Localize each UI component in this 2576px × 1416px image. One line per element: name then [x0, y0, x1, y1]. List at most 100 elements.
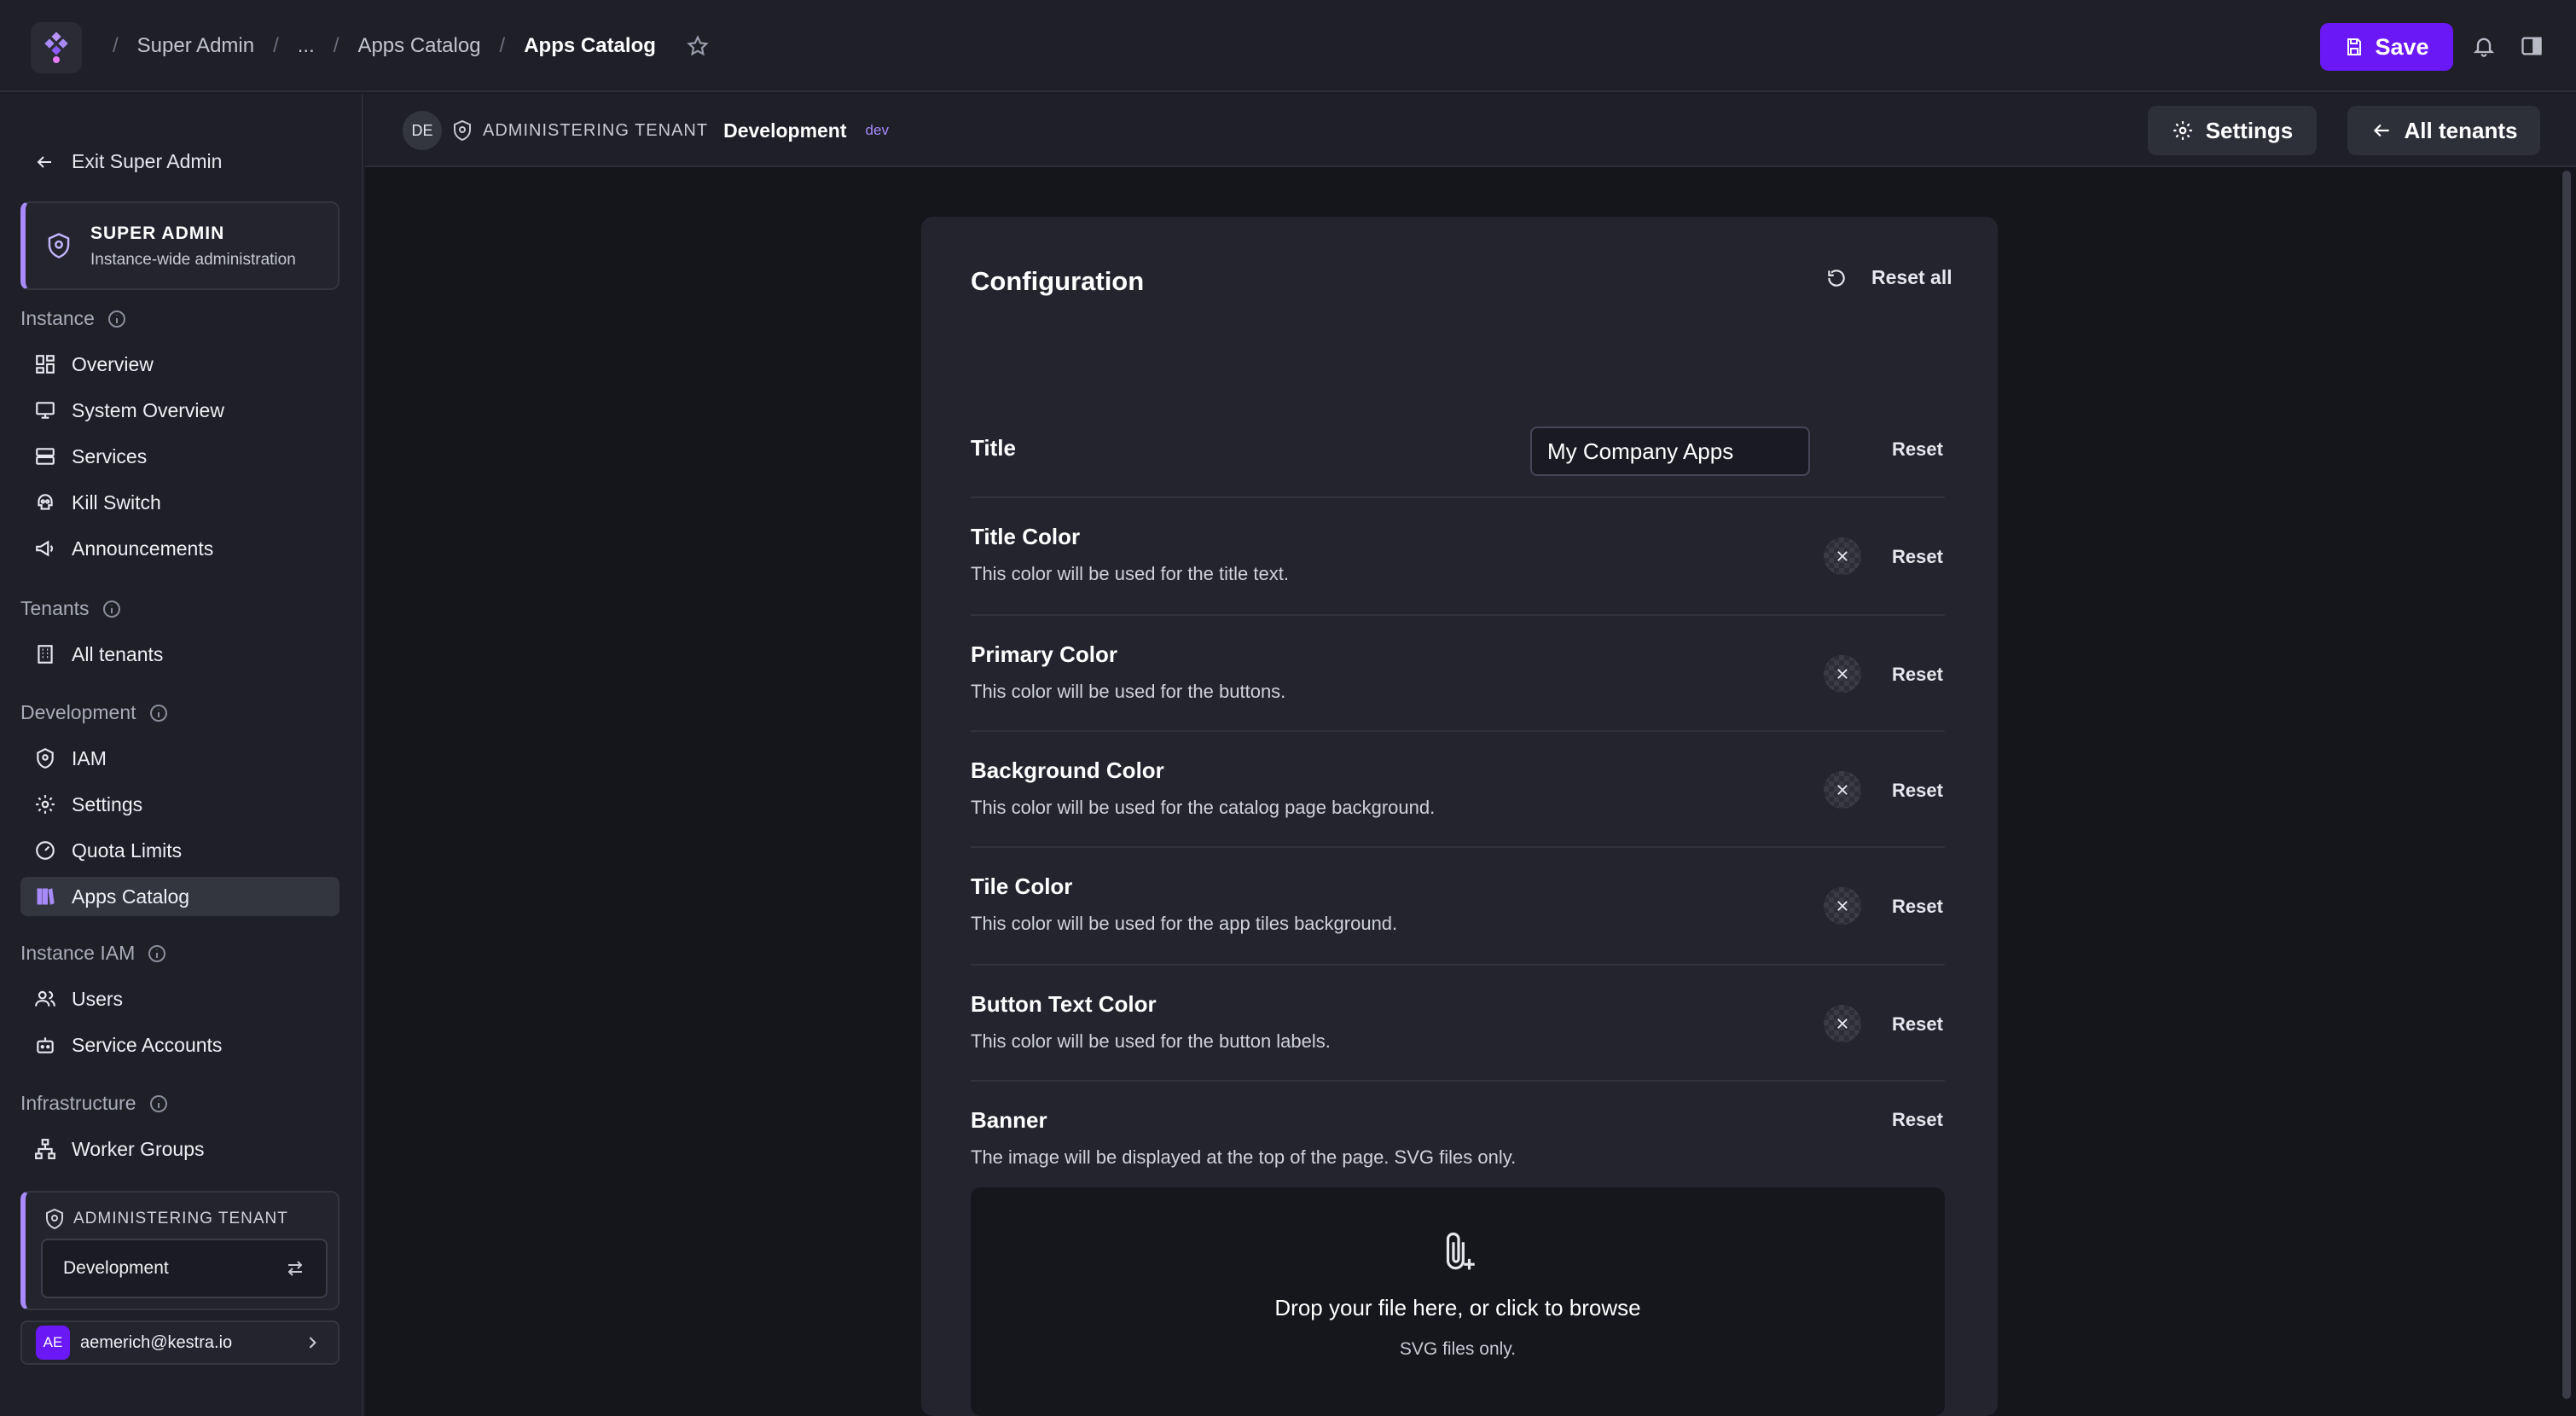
- row-description: This color will be used for the app tile…: [971, 913, 1398, 934]
- swap-icon: [285, 1258, 305, 1279]
- sidebar-item-announcements[interactable]: Announcements: [20, 529, 339, 568]
- section-tenants-label: Tenants: [20, 597, 90, 619]
- breadcrumb-current: Apps Catalog: [524, 34, 656, 57]
- sidebar-item-label: Announcements: [72, 537, 214, 560]
- settings-button[interactable]: Settings: [2148, 106, 2317, 155]
- sidebar-item-apps-catalog[interactable]: Apps Catalog: [20, 877, 339, 916]
- sidebar-item-label: Services: [72, 444, 148, 467]
- bell-icon[interactable]: [2472, 34, 2496, 58]
- sitemap-icon: [34, 1138, 56, 1160]
- info-icon[interactable]: [102, 599, 122, 619]
- panel-toggle-icon[interactable]: [2520, 34, 2544, 58]
- reset-button-text-color-button[interactable]: Reset: [1892, 1013, 1943, 1036]
- all-tenants-button-label: All tenants: [2404, 117, 2518, 143]
- info-icon[interactable]: [147, 943, 167, 964]
- tenant-selector[interactable]: Development: [41, 1239, 328, 1298]
- sidebar-item-label: Kill Switch: [72, 490, 161, 514]
- save-label: Save: [2375, 33, 2429, 60]
- tile-color-row: Tile Color This color will be used for t…: [971, 848, 1945, 966]
- gear-icon: [2172, 119, 2194, 142]
- breadcrumb-ellipsis[interactable]: ...: [298, 34, 315, 58]
- sidebar-item-service-accounts[interactable]: Service Accounts: [20, 1025, 339, 1065]
- info-icon[interactable]: [148, 703, 169, 723]
- breadcrumb-super-admin[interactable]: Super Admin: [137, 34, 254, 58]
- reset-background-color-button[interactable]: Reset: [1892, 780, 1943, 802]
- section-infrastructure: Infrastructure: [20, 1092, 169, 1115]
- sidebar-item-settings[interactable]: Settings: [20, 785, 339, 824]
- sidebar-item-quota-limits[interactable]: Quota Limits: [20, 831, 339, 870]
- arrow-left-icon: [34, 152, 55, 172]
- file-dropzone[interactable]: Drop your file here, or click to browse …: [971, 1187, 1945, 1416]
- scrollbar-thumb[interactable]: [2562, 171, 2571, 1399]
- dashboard-icon: [34, 353, 56, 375]
- close-icon: [1835, 898, 1850, 914]
- avatar: AE: [36, 1326, 70, 1360]
- sidebar-item-kill-switch[interactable]: Kill Switch: [20, 483, 339, 522]
- shield-icon: [34, 747, 56, 769]
- row-label: Background Color: [971, 757, 1164, 783]
- sidebar-item-label: Apps Catalog: [72, 885, 190, 908]
- color-picker-swatch[interactable]: [1824, 1005, 1861, 1042]
- reset-title-button[interactable]: Reset: [1892, 438, 1943, 461]
- user-menu[interactable]: AE aemerich@kestra.io: [20, 1320, 339, 1365]
- sidebar-item-users[interactable]: Users: [20, 979, 339, 1018]
- info-icon[interactable]: [107, 309, 127, 329]
- star-icon[interactable]: [687, 35, 709, 57]
- reset-banner-button[interactable]: Reset: [1892, 1109, 1943, 1131]
- scrollbar[interactable]: [2559, 167, 2576, 1416]
- gauge-icon: [34, 839, 56, 862]
- save-icon: [2344, 37, 2364, 57]
- dropzone-text: Drop your file here, or click to browse: [1274, 1295, 1641, 1320]
- title-label: Title: [971, 435, 1016, 461]
- user-email: aemerich@kestra.io: [80, 1332, 233, 1352]
- primary-color-row: Primary Color This color will be used fo…: [971, 616, 1945, 732]
- sidebar-item-label: All tenants: [72, 642, 164, 665]
- row-description: This color will be used for the title te…: [971, 563, 1289, 584]
- paperclip-plus-icon: [1440, 1230, 1477, 1273]
- reset-all-button[interactable]: Reset all: [1825, 266, 1952, 289]
- top-bar: / Super Admin / ... / Apps Catalog / App…: [0, 0, 2576, 92]
- sidebar-item-label: Worker Groups: [72, 1137, 205, 1160]
- exit-label: Exit Super Admin: [72, 150, 223, 172]
- title-input[interactable]: [1530, 427, 1810, 476]
- breadcrumb-apps-catalog[interactable]: Apps Catalog: [357, 34, 480, 58]
- sidebar-item-system-overview[interactable]: System Overview: [20, 391, 339, 430]
- info-icon[interactable]: [148, 1094, 169, 1114]
- section-instance-label: Instance: [20, 307, 95, 329]
- super-admin-subtitle: Instance-wide administration: [90, 251, 296, 269]
- color-picker-swatch[interactable]: [1824, 771, 1861, 809]
- all-tenants-button[interactable]: All tenants: [2347, 106, 2540, 155]
- reset-title-color-button[interactable]: Reset: [1892, 546, 1943, 568]
- chevron-right-icon: [304, 1334, 321, 1351]
- section-infrastructure-label: Infrastructure: [20, 1092, 136, 1114]
- users-icon: [34, 988, 56, 1010]
- sidebar-item-worker-groups[interactable]: Worker Groups: [20, 1129, 339, 1169]
- reset-icon: [1825, 267, 1848, 289]
- sidebar-item-iam[interactable]: IAM: [20, 739, 339, 778]
- tenant-avatar: DE: [403, 111, 442, 150]
- color-picker-swatch[interactable]: [1824, 655, 1861, 693]
- close-icon: [1835, 666, 1850, 682]
- row-description: This color will be used for the catalog …: [971, 797, 1436, 818]
- sidebar: Exit Super Admin SUPER ADMIN Instance-wi…: [0, 94, 363, 1416]
- sidebar-item-label: Settings: [72, 792, 143, 815]
- sidebar-item-label: System Overview: [72, 398, 224, 421]
- color-picker-swatch[interactable]: [1824, 887, 1861, 925]
- reset-tile-color-button[interactable]: Reset: [1892, 896, 1943, 918]
- sidebar-item-label: Service Accounts: [72, 1033, 223, 1056]
- sidebar-item-all-tenants[interactable]: All tenants: [20, 635, 339, 674]
- sidebar-item-overview[interactable]: Overview: [20, 345, 339, 384]
- tenant-tag: dev: [865, 122, 889, 138]
- close-icon: [1835, 1016, 1850, 1031]
- color-picker-swatch[interactable]: [1824, 537, 1861, 575]
- kestra-logo-icon[interactable]: [31, 22, 82, 73]
- reset-primary-color-button[interactable]: Reset: [1892, 664, 1943, 686]
- shield-icon: [44, 1208, 65, 1230]
- exit-super-admin-link[interactable]: Exit Super Admin: [34, 150, 222, 173]
- background-color-row: Background Color This color will be used…: [971, 732, 1945, 848]
- megaphone-icon: [34, 537, 56, 560]
- shield-icon: [452, 119, 473, 142]
- sidebar-item-services[interactable]: Services: [20, 437, 339, 476]
- sidebar-item-label: IAM: [72, 746, 107, 769]
- save-button[interactable]: Save: [2320, 23, 2453, 71]
